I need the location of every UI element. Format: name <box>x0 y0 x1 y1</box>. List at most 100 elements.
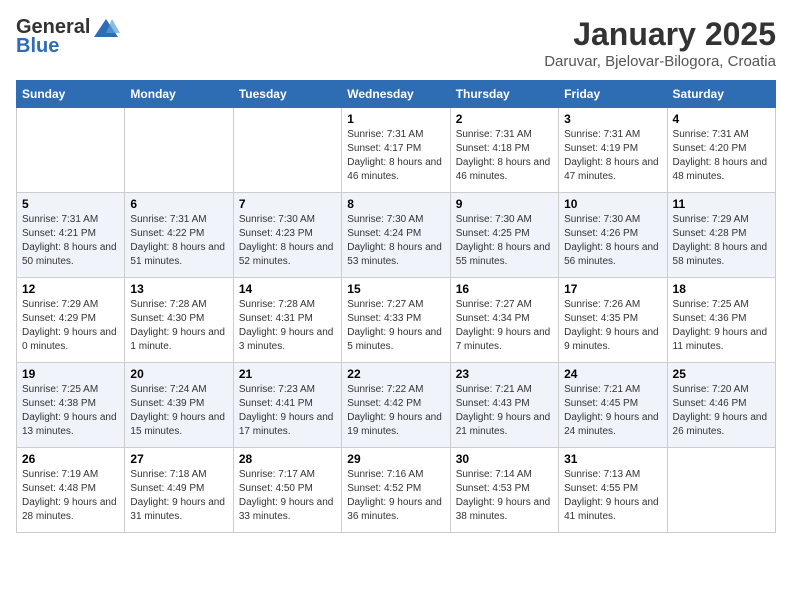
calendar-cell <box>125 108 233 193</box>
calendar-cell <box>667 448 775 533</box>
calendar-week-row: 12 Sunrise: 7:29 AM Sunset: 4:29 PM Dayli… <box>17 278 776 363</box>
calendar-cell: 13 Sunrise: 7:28 AM Sunset: 4:30 PM Dayli… <box>125 278 233 363</box>
day-number: 30 <box>456 452 553 466</box>
day-number: 19 <box>22 367 119 381</box>
day-info: Sunrise: 7:14 AM Sunset: 4:53 PM Dayligh… <box>456 468 553 524</box>
calendar-cell: 29 Sunrise: 7:16 AM Sunset: 4:52 PM Dayli… <box>342 448 450 533</box>
logo: General Blue <box>16 16 120 58</box>
calendar-table: SundayMondayTuesdayWednesdayThursdayFrid… <box>16 80 776 533</box>
weekday-header-monday: Monday <box>125 81 233 108</box>
day-number: 5 <box>22 197 119 211</box>
day-info: Sunrise: 7:29 AM Sunset: 4:28 PM Dayligh… <box>673 213 770 269</box>
day-info: Sunrise: 7:28 AM Sunset: 4:30 PM Dayligh… <box>130 298 227 354</box>
calendar-cell: 4Sunrise: 7:31 AM Sunset: 4:20 PM Daylig… <box>667 108 775 193</box>
day-info: Sunrise: 7:30 AM Sunset: 4:24 PM Dayligh… <box>347 213 444 269</box>
weekday-header-sunday: Sunday <box>17 81 125 108</box>
day-number: 18 <box>673 282 770 296</box>
weekday-header-wednesday: Wednesday <box>342 81 450 108</box>
calendar-cell: 31 Sunrise: 7:13 AM Sunset: 4:55 PM Dayli… <box>559 448 667 533</box>
calendar-cell: 18 Sunrise: 7:25 AM Sunset: 4:36 PM Dayli… <box>667 278 775 363</box>
day-info: Sunrise: 7:27 AM Sunset: 4:34 PM Dayligh… <box>456 298 553 354</box>
calendar-cell: 17 Sunrise: 7:26 AM Sunset: 4:35 PM Dayli… <box>559 278 667 363</box>
weekday-header-tuesday: Tuesday <box>233 81 341 108</box>
calendar-cell: 23Sunrise: 7:21 AM Sunset: 4:43 PM Dayli… <box>450 363 558 448</box>
day-info: Sunrise: 7:20 AM Sunset: 4:46 PM Dayligh… <box>673 383 770 439</box>
calendar-cell <box>233 108 341 193</box>
calendar-cell: 16 Sunrise: 7:27 AM Sunset: 4:34 PM Dayli… <box>450 278 558 363</box>
day-number: 13 <box>130 282 227 296</box>
calendar-cell: 3 Sunrise: 7:31 AM Sunset: 4:19 PM Daylig… <box>559 108 667 193</box>
day-number: 11 <box>673 197 770 211</box>
day-number: 3 <box>564 112 661 126</box>
day-info: Sunrise: 7:29 AM Sunset: 4:29 PM Dayligh… <box>22 298 119 354</box>
calendar-cell: 6Sunrise: 7:31 AM Sunset: 4:22 PM Daylig… <box>125 193 233 278</box>
day-info: Sunrise: 7:13 AM Sunset: 4:55 PM Dayligh… <box>564 468 661 524</box>
calendar-cell <box>17 108 125 193</box>
calendar-cell: 25 Sunrise: 7:20 AM Sunset: 4:46 PM Dayli… <box>667 363 775 448</box>
weekday-header-thursday: Thursday <box>450 81 558 108</box>
calendar-cell: 21Sunrise: 7:23 AM Sunset: 4:41 PM Dayli… <box>233 363 341 448</box>
day-info: Sunrise: 7:25 AM Sunset: 4:38 PM Dayligh… <box>22 383 119 439</box>
day-info: Sunrise: 7:25 AM Sunset: 4:36 PM Dayligh… <box>673 298 770 354</box>
calendar-cell: 27Sunrise: 7:18 AM Sunset: 4:49 PM Dayli… <box>125 448 233 533</box>
day-number: 2 <box>456 112 553 126</box>
day-info: Sunrise: 7:26 AM Sunset: 4:35 PM Dayligh… <box>564 298 661 354</box>
day-info: Sunrise: 7:31 AM Sunset: 4:17 PM Dayligh… <box>347 128 444 184</box>
calendar-cell: 9 Sunrise: 7:30 AM Sunset: 4:25 PM Daylig… <box>450 193 558 278</box>
day-info: Sunrise: 7:24 AM Sunset: 4:39 PM Dayligh… <box>130 383 227 439</box>
calendar-cell: 24 Sunrise: 7:21 AM Sunset: 4:45 PM Dayli… <box>559 363 667 448</box>
day-number: 28 <box>239 452 336 466</box>
calendar-location: Daruvar, Bjelovar-Bilogora, Croatia <box>544 53 776 70</box>
calendar-cell: 28 Sunrise: 7:17 AM Sunset: 4:50 PM Dayli… <box>233 448 341 533</box>
calendar-cell: 15Sunrise: 7:27 AM Sunset: 4:33 PM Dayli… <box>342 278 450 363</box>
calendar-week-row: 5 Sunrise: 7:31 AM Sunset: 4:21 PM Daylig… <box>17 193 776 278</box>
day-number: 26 <box>22 452 119 466</box>
calendar-cell: 14Sunrise: 7:28 AM Sunset: 4:31 PM Dayli… <box>233 278 341 363</box>
day-info: Sunrise: 7:17 AM Sunset: 4:50 PM Dayligh… <box>239 468 336 524</box>
weekday-header-friday: Friday <box>559 81 667 108</box>
day-info: Sunrise: 7:31 AM Sunset: 4:20 PM Dayligh… <box>673 128 770 184</box>
day-number: 1 <box>347 112 444 126</box>
day-info: Sunrise: 7:19 AM Sunset: 4:48 PM Dayligh… <box>22 468 119 524</box>
day-number: 22 <box>347 367 444 381</box>
logo-blue: Blue <box>16 35 59 58</box>
day-info: Sunrise: 7:30 AM Sunset: 4:23 PM Dayligh… <box>239 213 336 269</box>
calendar-cell: 26 Sunrise: 7:19 AM Sunset: 4:48 PM Dayli… <box>17 448 125 533</box>
calendar-cell: 20Sunrise: 7:24 AM Sunset: 4:39 PM Dayli… <box>125 363 233 448</box>
page-header: General Blue January 2025 Daruvar, Bjelo… <box>16 16 776 70</box>
day-number: 8 <box>347 197 444 211</box>
day-number: 24 <box>564 367 661 381</box>
calendar-cell: 11 Sunrise: 7:29 AM Sunset: 4:28 PM Dayli… <box>667 193 775 278</box>
day-info: Sunrise: 7:31 AM Sunset: 4:18 PM Dayligh… <box>456 128 553 184</box>
day-number: 31 <box>564 452 661 466</box>
day-number: 17 <box>564 282 661 296</box>
day-info: Sunrise: 7:30 AM Sunset: 4:25 PM Dayligh… <box>456 213 553 269</box>
calendar-cell: 8 Sunrise: 7:30 AM Sunset: 4:24 PM Daylig… <box>342 193 450 278</box>
calendar-week-row: 26 Sunrise: 7:19 AM Sunset: 4:48 PM Dayli… <box>17 448 776 533</box>
day-info: Sunrise: 7:27 AM Sunset: 4:33 PM Dayligh… <box>347 298 444 354</box>
day-info: Sunrise: 7:31 AM Sunset: 4:21 PM Dayligh… <box>22 213 119 269</box>
day-info: Sunrise: 7:18 AM Sunset: 4:49 PM Dayligh… <box>130 468 227 524</box>
calendar-title: January 2025 <box>544 16 776 53</box>
calendar-cell: 7Sunrise: 7:30 AM Sunset: 4:23 PM Daylig… <box>233 193 341 278</box>
day-number: 29 <box>347 452 444 466</box>
day-info: Sunrise: 7:21 AM Sunset: 4:45 PM Dayligh… <box>564 383 661 439</box>
day-number: 25 <box>673 367 770 381</box>
day-number: 14 <box>239 282 336 296</box>
day-number: 12 <box>22 282 119 296</box>
day-number: 10 <box>564 197 661 211</box>
weekday-header-row: SundayMondayTuesdayWednesdayThursdayFrid… <box>17 81 776 108</box>
day-number: 9 <box>456 197 553 211</box>
calendar-cell: 2 Sunrise: 7:31 AM Sunset: 4:18 PM Daylig… <box>450 108 558 193</box>
title-block: January 2025 Daruvar, Bjelovar-Bilogora,… <box>544 16 776 70</box>
day-info: Sunrise: 7:16 AM Sunset: 4:52 PM Dayligh… <box>347 468 444 524</box>
day-info: Sunrise: 7:23 AM Sunset: 4:41 PM Dayligh… <box>239 383 336 439</box>
calendar-cell: 30 Sunrise: 7:14 AM Sunset: 4:53 PM Dayli… <box>450 448 558 533</box>
calendar-cell: 1 Sunrise: 7:31 AM Sunset: 4:17 PM Daylig… <box>342 108 450 193</box>
calendar-cell: 22 Sunrise: 7:22 AM Sunset: 4:42 PM Dayli… <box>342 363 450 448</box>
weekday-header-saturday: Saturday <box>667 81 775 108</box>
day-info: Sunrise: 7:22 AM Sunset: 4:42 PM Dayligh… <box>347 383 444 439</box>
day-number: 6 <box>130 197 227 211</box>
day-info: Sunrise: 7:31 AM Sunset: 4:19 PM Dayligh… <box>564 128 661 184</box>
day-number: 16 <box>456 282 553 296</box>
